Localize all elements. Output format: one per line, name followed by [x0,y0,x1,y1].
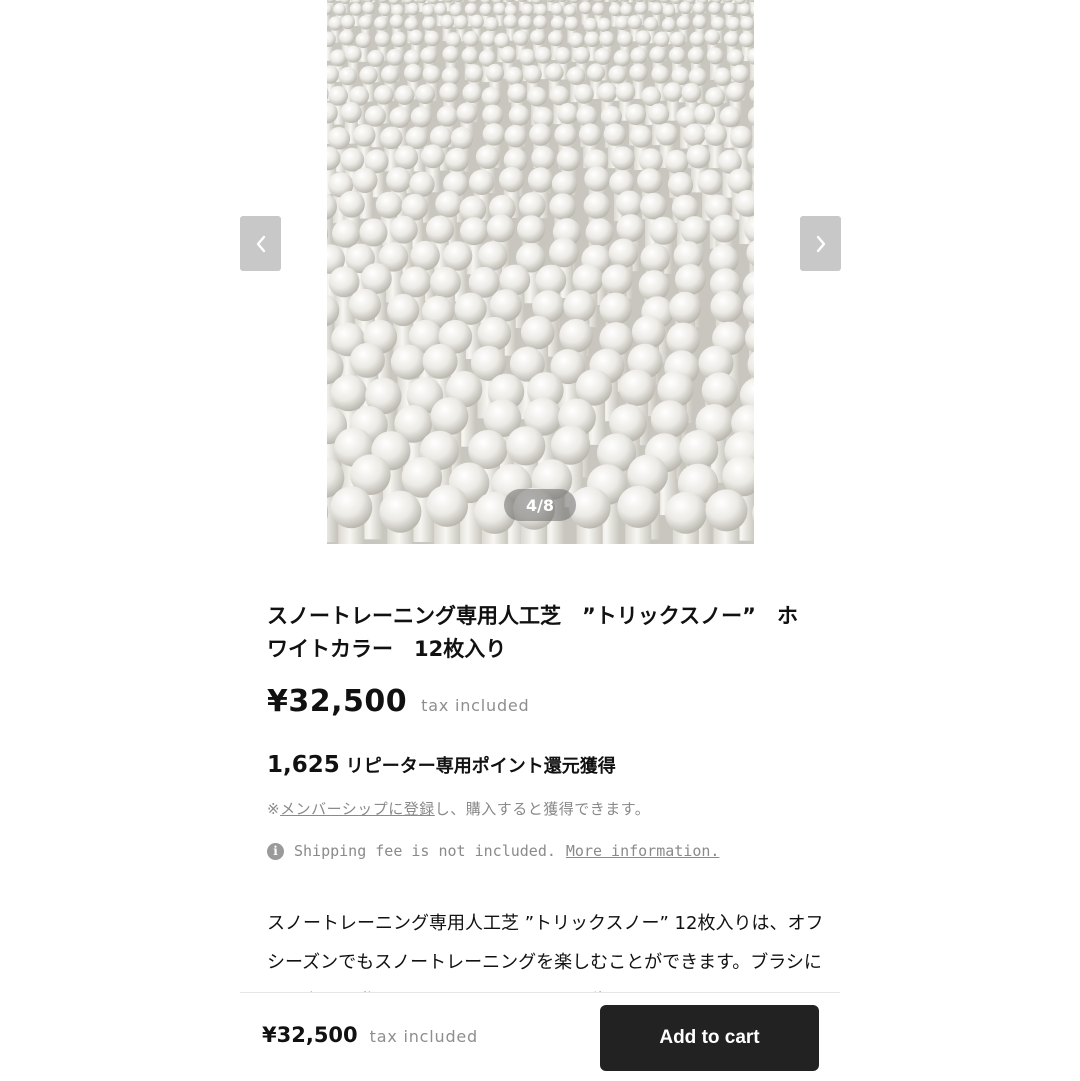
chevron-right-icon [816,235,825,252]
shipping-text: Shipping fee is not included. [294,842,556,860]
add-to-cart-button[interactable]: Add to cart [600,1005,819,1071]
cart-tax-label: tax included [369,1027,479,1046]
info-icon: i [267,842,284,860]
sticky-cart-bar: ¥32,500 tax included Add to cart [240,992,840,1081]
product-title: スノートレーニング専用人工芝 ”トリックスノー” ホワイトカラー 12枚入り [267,604,798,661]
points-row: 1,625 リピーター専用ポイント還元獲得 [267,752,616,778]
gallery-prev-button[interactable] [240,216,281,271]
tax-label: tax included [421,696,530,715]
gallery-next-button[interactable] [800,216,841,271]
membership-note-suffix: し、購入すると獲得できます。 [434,800,651,818]
chevron-left-icon [256,235,265,252]
points-label: リピーター専用ポイント還元獲得 [345,756,616,777]
product-description: スノートレーニング専用人工芝 ”トリックスノー” 12枚入りは、オフシーズンでも… [267,913,824,992]
membership-note: ※メンバーシップに登録し、購入すると獲得できます。 [267,798,650,819]
price-row: ¥32,500 tax included [267,684,530,719]
shipping-more-info-link[interactable]: More information. [566,842,720,860]
product-price: ¥32,500 [267,684,408,719]
image-counter: 4/8 [504,489,576,521]
product-image[interactable] [327,0,754,544]
product-photo [327,0,754,544]
cart-price-row: ¥32,500 tax included [262,1023,478,1047]
cart-price: ¥32,500 [262,1023,358,1047]
points-value: 1,625 [267,752,340,778]
shipping-notice: i Shipping fee is not included. More inf… [267,842,719,860]
membership-register-link[interactable]: メンバーシップに登録 [280,800,435,818]
membership-note-prefix: ※ [267,800,281,818]
